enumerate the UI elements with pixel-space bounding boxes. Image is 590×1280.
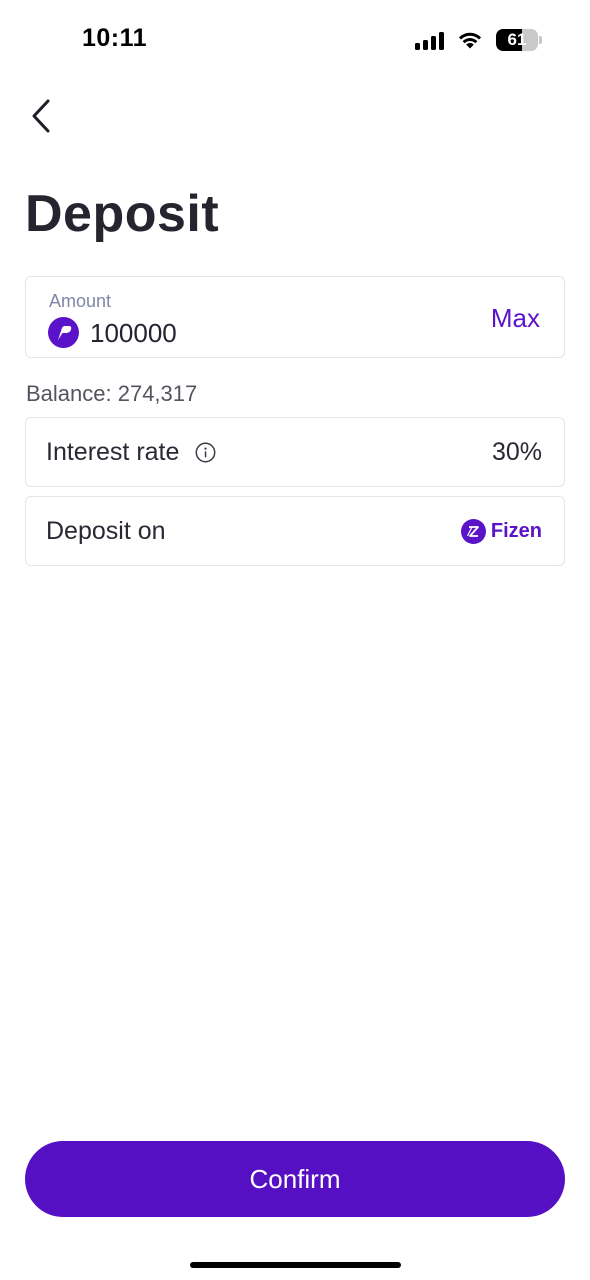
- battery-icon: 61: [496, 29, 538, 51]
- home-indicator[interactable]: [190, 1262, 401, 1268]
- battery-level: 61: [507, 30, 527, 49]
- chevron-left-icon: [32, 99, 50, 133]
- fizen-logo-icon: [460, 518, 486, 544]
- amount-input[interactable]: [90, 316, 450, 350]
- signal-icon: [415, 30, 444, 50]
- deposit-on-label: Deposit on: [46, 516, 166, 545]
- amount-label: Amount: [49, 291, 112, 311]
- amount-field[interactable]: Amount Max: [25, 276, 565, 358]
- balance-text: Balance: 274,317: [26, 381, 198, 406]
- page-title: Deposit: [25, 185, 220, 243]
- fizen-name: Fizen: [490, 519, 542, 542]
- interest-rate-row: Interest rate 30%: [25, 417, 565, 487]
- token-icon: [48, 317, 79, 348]
- wifi-icon: [456, 30, 484, 50]
- interest-rate-value: 30%: [491, 437, 542, 466]
- fizen-brand: Fizen: [460, 518, 542, 544]
- status-time: 10:11: [82, 24, 148, 52]
- status-icons: 61: [415, 26, 542, 54]
- deposit-screen: 10:11 61 Deposit Amount 100000 Max Balan…: [0, 0, 590, 1280]
- battery-cap: [539, 36, 542, 44]
- info-icon[interactable]: [195, 442, 216, 463]
- max-button[interactable]: Max: [491, 303, 540, 334]
- interest-rate-label: Interest rate: [46, 437, 180, 466]
- back-button[interactable]: [24, 96, 58, 136]
- deposit-on-row: Deposit on Fizen: [25, 496, 565, 566]
- confirm-button[interactable]: Confirm: [25, 1141, 565, 1217]
